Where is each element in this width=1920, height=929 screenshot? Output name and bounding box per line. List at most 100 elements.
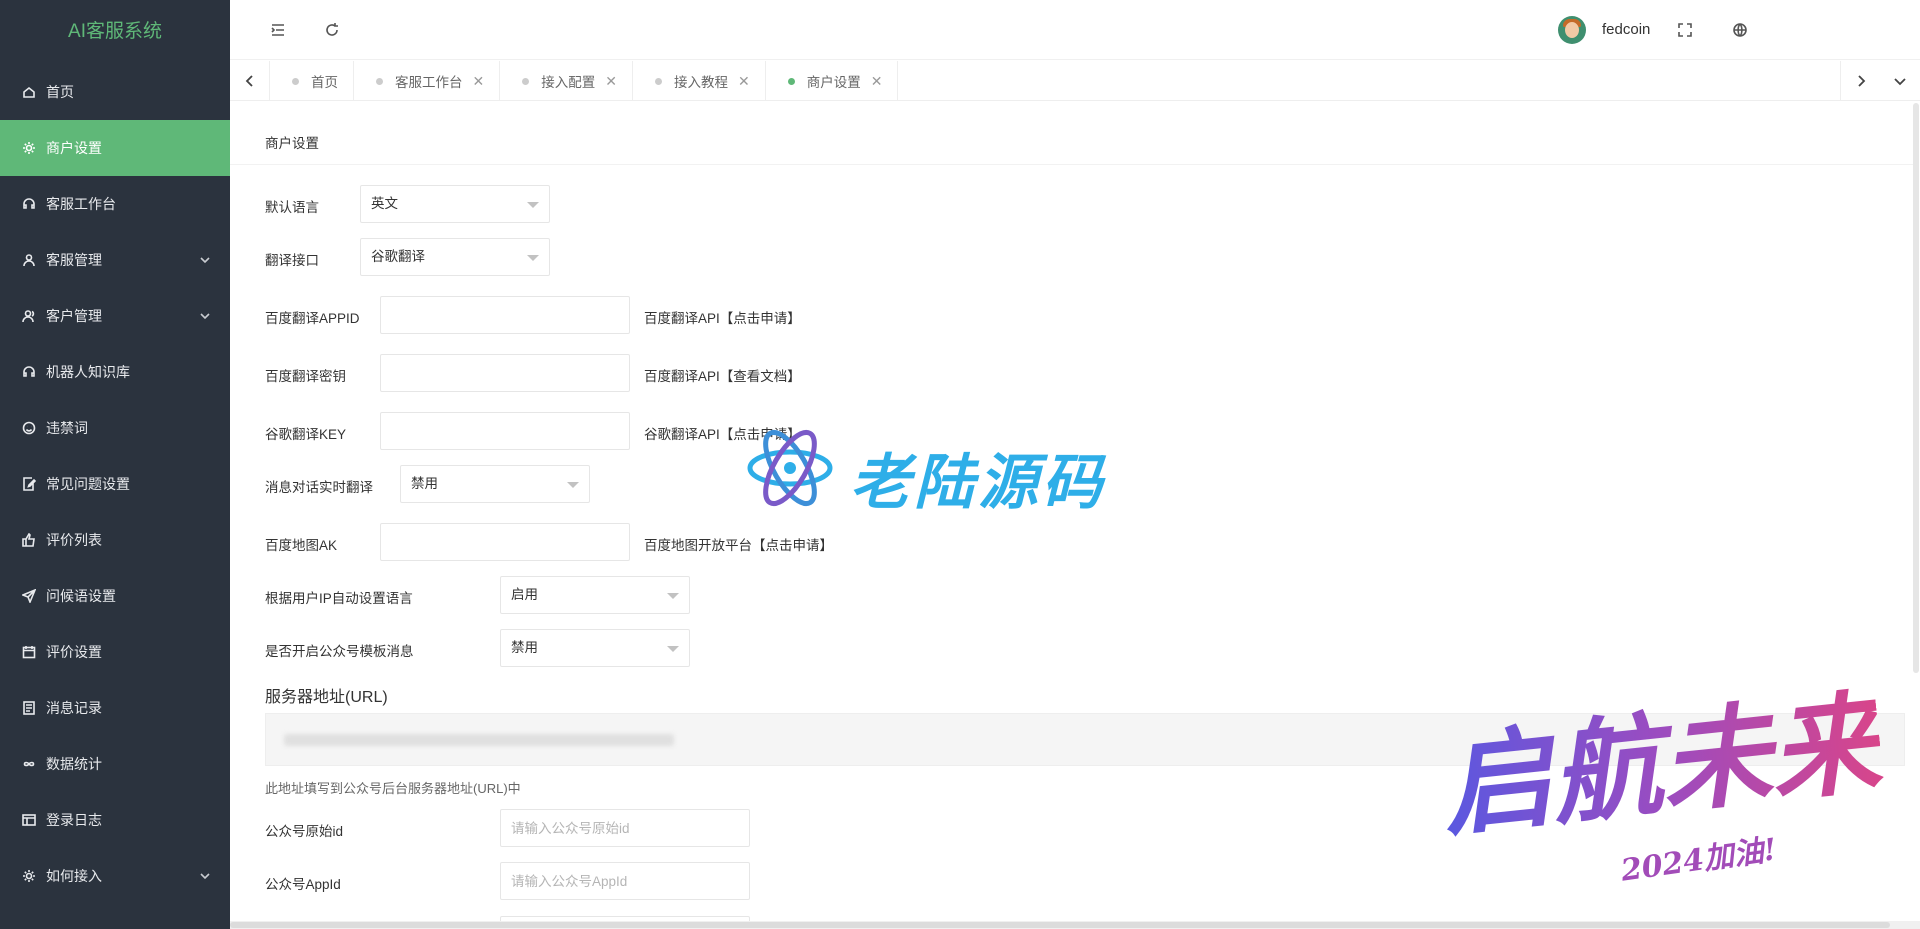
- baidu-map-apply-link[interactable]: 百度地图开放平台【点击申请】: [644, 534, 833, 554]
- server-url-box[interactable]: [265, 713, 1905, 766]
- sidebar-item-label: 消息记录: [46, 700, 102, 716]
- sidebar-item[interactable]: 问候语设置: [0, 568, 230, 624]
- app-logo-title[interactable]: AI客服系统: [0, 0, 230, 64]
- baidu-secret-docs-link[interactable]: 百度翻译API【查看文档】: [644, 365, 801, 385]
- fullscreen-icon[interactable]: [1675, 20, 1695, 40]
- infinity-icon: [20, 755, 38, 773]
- horizontal-scrollbar[interactable]: [230, 921, 1920, 929]
- realtime-translate-select[interactable]: 禁用: [400, 465, 590, 503]
- tabs-scroll-left-icon[interactable]: [230, 61, 270, 101]
- google-key-label: 谷歌翻译KEY: [265, 427, 347, 442]
- tab-list: 首页 客服工作台 ✕ 接入配置 ✕ 接入教程 ✕ 商户设置 ✕: [270, 61, 899, 101]
- ip-auto-lang-value: 启用: [511, 587, 538, 602]
- mp-original-id-label: 公众号原始id: [265, 824, 344, 839]
- sidebar-item[interactable]: 消息记录: [0, 680, 230, 736]
- server-url-hint: 此地址填写到公众号后台服务器地址(URL)中: [265, 781, 521, 796]
- home-icon: [20, 83, 38, 101]
- chevron-down-icon: [198, 309, 212, 323]
- translate-api-label: 翻译接口: [265, 253, 319, 268]
- baidu-secret-input[interactable]: [380, 354, 630, 392]
- sidebar-item-label: 首页: [46, 84, 74, 100]
- globe-icon[interactable]: [1730, 20, 1750, 40]
- smile-icon: [20, 419, 38, 437]
- realtime-translate-label: 消息对话实时翻译: [265, 480, 373, 495]
- tab[interactable]: 首页: [270, 61, 354, 101]
- top-header: [230, 0, 1920, 60]
- sidebar-item[interactable]: 首页: [0, 64, 230, 120]
- send-icon: [20, 587, 38, 605]
- baidu-appid-input[interactable]: [380, 296, 630, 334]
- caret-down-icon: [667, 646, 679, 652]
- username[interactable]: fedcoin: [1602, 21, 1650, 38]
- sidebar-item[interactable]: 商户设置: [0, 120, 230, 176]
- tab-close-icon[interactable]: ✕: [871, 73, 883, 90]
- gear-icon: [20, 139, 38, 157]
- tabs-bar: 首页 客服工作台 ✕ 接入配置 ✕ 接入教程 ✕ 商户设置 ✕: [230, 61, 1920, 101]
- mp-template-msg-value: 禁用: [511, 640, 538, 655]
- mp-template-msg-label: 是否开启公众号模板消息: [265, 644, 414, 659]
- mp-appid-input[interactable]: [500, 862, 750, 900]
- mp-template-msg-select[interactable]: 禁用: [500, 629, 690, 667]
- sidebar-item[interactable]: 客服管理: [0, 232, 230, 288]
- menu-toggle-icon[interactable]: [268, 20, 288, 40]
- google-key-apply-link[interactable]: 谷歌翻译API【点击申请】: [644, 423, 801, 443]
- sidebar-item[interactable]: 如何接入: [0, 848, 230, 904]
- thumbs-up-icon: [20, 531, 38, 549]
- default-language-value: 英文: [371, 196, 398, 211]
- sidebar-item[interactable]: 机器人知识库: [0, 344, 230, 400]
- mp-original-id-input[interactable]: [500, 809, 750, 847]
- baidu-appid-apply-link[interactable]: 百度翻译API【点击申请】: [644, 307, 801, 327]
- tab[interactable]: 接入配置 ✕: [500, 61, 633, 101]
- headset-icon: [20, 195, 38, 213]
- sidebar-item[interactable]: 登录日志: [0, 792, 230, 848]
- server-url-heading: 服务器地址(URL): [265, 689, 388, 706]
- sidebar-item-label: 问候语设置: [46, 588, 116, 604]
- sidebar-item-label: 客服管理: [46, 252, 102, 268]
- vertical-scrollbar[interactable]: [1913, 103, 1919, 673]
- sidebar-item[interactable]: 常见问题设置: [0, 456, 230, 512]
- sidebar-item-label: 违禁词: [46, 420, 88, 436]
- tabs-scroll-right-icon[interactable]: [1840, 61, 1880, 101]
- tab[interactable]: 商户设置 ✕: [766, 61, 899, 101]
- caret-down-icon: [567, 482, 579, 488]
- sidebar-item[interactable]: 客服工作台: [0, 176, 230, 232]
- divider: [230, 164, 1916, 165]
- tab[interactable]: 客服工作台 ✕: [354, 61, 501, 101]
- translate-api-select[interactable]: 谷歌翻译: [360, 238, 550, 276]
- sidebar-item-label: 客户管理: [46, 308, 102, 324]
- sidebar-item-label: 机器人知识库: [46, 364, 130, 380]
- tab-close-icon[interactable]: ✕: [738, 73, 750, 90]
- avatar[interactable]: [1558, 16, 1586, 44]
- horizontal-scrollbar-thumb[interactable]: [230, 922, 1890, 928]
- ip-auto-lang-select[interactable]: 启用: [500, 576, 690, 614]
- sidebar-item-label: 如何接入: [46, 868, 102, 884]
- sidebar-item-label: 数据统计: [46, 756, 102, 772]
- tab[interactable]: 接入教程 ✕: [633, 61, 766, 101]
- tab-label: 客服工作台: [395, 75, 463, 90]
- sidebar-item-label: 常见问题设置: [46, 476, 130, 492]
- tab-close-icon[interactable]: ✕: [605, 73, 617, 90]
- tabs-dropdown-icon[interactable]: [1880, 61, 1920, 101]
- baidu-map-ak-input[interactable]: [380, 523, 630, 561]
- sidebar-item[interactable]: 评价设置: [0, 624, 230, 680]
- main-content: 商户设置 默认语言 英文 翻译接口 谷歌翻译 百度翻译APPID 百度翻译API…: [230, 102, 1916, 924]
- user-group-icon: [20, 307, 38, 325]
- default-language-select[interactable]: 英文: [360, 185, 550, 223]
- sidebar-nav: 首页商户设置 客服工作台客服管理客户管理机器人知识库 违禁词常见问题设置评价列表问候…: [0, 64, 230, 904]
- caret-down-icon: [667, 593, 679, 599]
- tab-label: 接入配置: [541, 75, 596, 90]
- table-icon: [20, 811, 38, 829]
- tab-label: 首页: [311, 75, 338, 90]
- sidebar-item[interactable]: 客户管理: [0, 288, 230, 344]
- refresh-icon[interactable]: [322, 20, 342, 40]
- baidu-secret-label: 百度翻译密钥: [265, 369, 346, 384]
- tab-status-dot: [376, 77, 383, 85]
- sidebar-item[interactable]: 数据统计: [0, 736, 230, 792]
- sidebar-item[interactable]: 评价列表: [0, 512, 230, 568]
- google-key-input[interactable]: [380, 412, 630, 450]
- sidebar-item[interactable]: 违禁词: [0, 400, 230, 456]
- list-doc-icon: [20, 699, 38, 717]
- ip-auto-lang-label: 根据用户IP自动设置语言: [265, 591, 413, 606]
- tab-status-dot: [522, 77, 530, 85]
- tab-close-icon[interactable]: ✕: [473, 73, 485, 90]
